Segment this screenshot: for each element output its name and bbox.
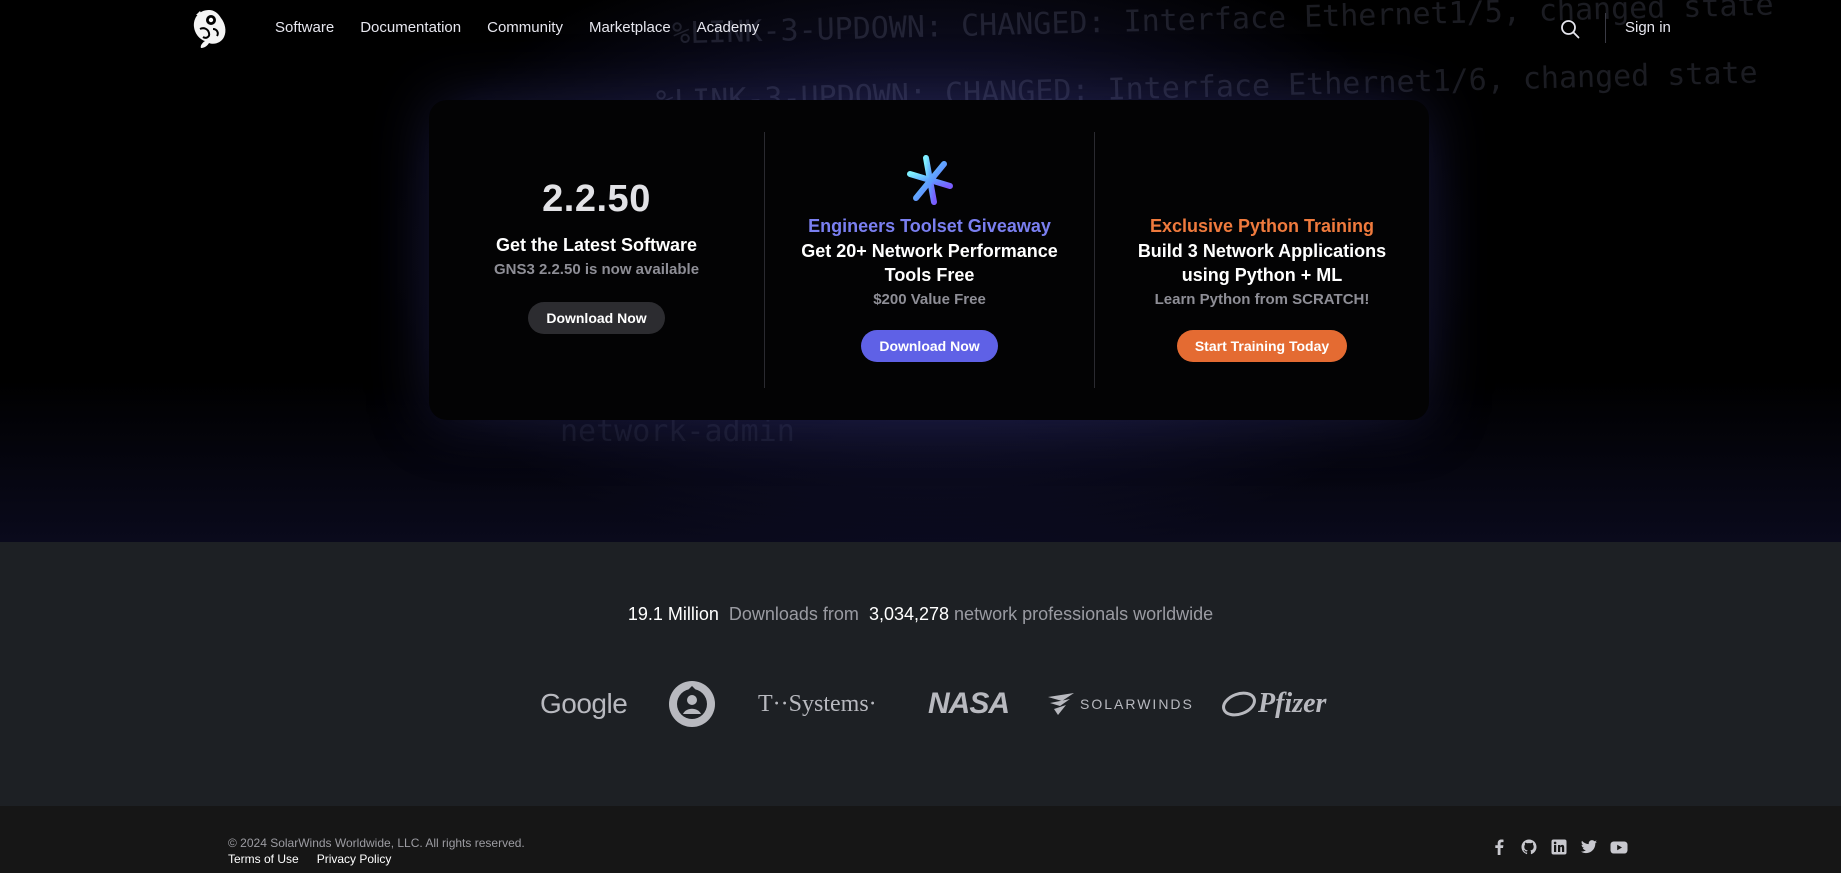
python-accent: Exclusive Python Training [1149, 216, 1375, 236]
downloads-count: 19.1 Million [627, 604, 719, 624]
github-icon[interactable] [1520, 838, 1538, 856]
youtube-icon[interactable] [1610, 838, 1628, 856]
python-training-button[interactable]: Start Training Today [1176, 330, 1348, 362]
copyright-text: © 2024 SolarWinds Worldwide, LLC. All ri… [228, 836, 525, 850]
starbucks-logo [668, 677, 716, 731]
nav-link-documentation[interactable]: Documentation [360, 19, 461, 36]
privacy-link[interactable]: Privacy Policy [317, 852, 392, 866]
software-title: Get the Latest Software [495, 235, 698, 255]
software-subtitle: GNS3 2.2.50 is now available [493, 261, 700, 278]
software-download-button[interactable]: Download Now [528, 302, 665, 334]
toolset-title: Get 20+ Network Performance Tools Free [801, 241, 1058, 285]
nav-link-software[interactable]: Software [275, 19, 334, 36]
terms-link[interactable]: Terms of Use [228, 852, 299, 866]
toolset-asterisk-icon [904, 154, 956, 206]
download-stats: 19.1 Million Downloads from 3,034,278 ne… [0, 604, 1841, 625]
promo-toolset: Engineers Toolset Giveaway Get 20+ Netwo… [765, 132, 1094, 388]
nav-links: Software Documentation Community Marketp… [275, 19, 785, 36]
professionals-count: 3,034,278 [868, 604, 950, 624]
pfizer-wordmark: Pfizer [1258, 688, 1327, 719]
python-subtitle: Learn Python from SCRATCH! [1154, 291, 1370, 308]
promo-software: 2.2.50 Get the Latest Software GNS3 2.2.… [429, 132, 764, 388]
solarwinds-wordmark: SOLARWINDS [1080, 696, 1194, 712]
social-links [1490, 838, 1628, 856]
footer-links: Terms of Use Privacy Policy [228, 852, 409, 866]
facebook-icon[interactable] [1490, 838, 1508, 856]
software-version: 2.2.50 [542, 178, 651, 220]
toolset-subtitle: $200 Value Free [873, 291, 986, 308]
downloads-text: Downloads from [728, 604, 859, 624]
search-icon[interactable] [1560, 19, 1580, 39]
twitter-icon[interactable] [1580, 838, 1598, 856]
promo-card: 2.2.50 Get the Latest Software GNS3 2.2.… [429, 100, 1429, 420]
toolset-accent: Engineers Toolset Giveaway [808, 216, 1051, 236]
top-navigation: Software Documentation Community Marketp… [0, 0, 1841, 56]
site-footer: © 2024 SolarWinds Worldwide, LLC. All ri… [0, 806, 1841, 873]
google-logo: Google [540, 688, 628, 719]
nasa-logo: NASA [928, 687, 1010, 720]
solarwinds-logo: SOLARWINDS [1048, 677, 1194, 731]
linkedin-icon[interactable] [1550, 838, 1568, 856]
nav-link-marketplace[interactable]: Marketplace [589, 19, 671, 36]
stats-section: 19.1 Million Downloads from 3,034,278 ne… [0, 542, 1841, 806]
promo-python: Exclusive Python Training Build 3 Networ… [1095, 132, 1429, 388]
customer-logos: Google T··Systems· NASA SOLARWINDS Pfize… [0, 677, 1841, 731]
tsystems-logo: T··Systems· [758, 690, 877, 717]
nav-link-academy[interactable]: Academy [697, 19, 760, 36]
signin-link[interactable]: Sign in [1625, 19, 1671, 36]
python-title: Build 3 Network Applications using Pytho… [1137, 241, 1387, 285]
pfizer-logo: Pfizer [1222, 677, 1326, 731]
nav-divider [1605, 13, 1606, 43]
toolset-download-button[interactable]: Download Now [861, 330, 998, 362]
nav-link-community[interactable]: Community [487, 19, 563, 36]
waveform-icon [1236, 154, 1288, 206]
gns3-logo[interactable] [190, 7, 228, 49]
professionals-text: network professionals worldwide [954, 604, 1214, 624]
